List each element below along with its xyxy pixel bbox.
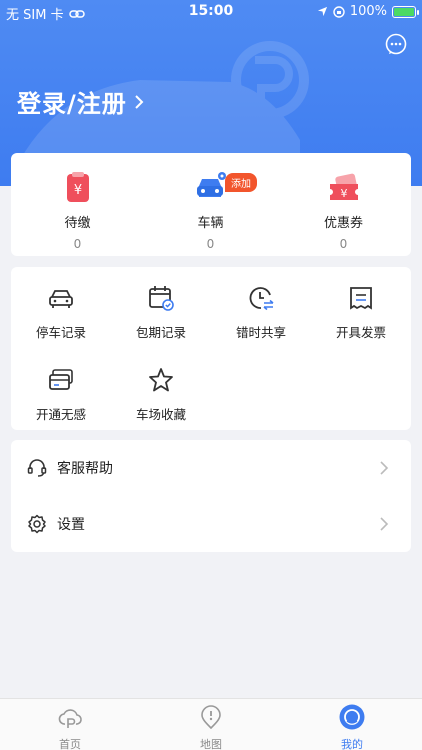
status-bar: 无 SIM 卡 15:00 100% [0,0,422,24]
map-pin-icon [201,705,221,730]
tab-label: 首页 [59,738,81,750]
service-label: 开具发票 [335,325,386,340]
car-icon [49,290,73,308]
battery-icon [392,5,419,18]
tab-label: 我的 [341,738,363,750]
menu-label: 客服帮助 [57,461,113,477]
calendar-check-icon [149,286,174,311]
stat-coupons[interactable]: ¥ 优惠券 0 [277,153,410,251]
stat-vehicles[interactable]: 车辆 0 [144,153,277,251]
svg-text:¥: ¥ [73,183,81,198]
home-cloud-icon [58,709,82,728]
chevron-right-icon [135,94,144,109]
headset-icon [27,459,47,477]
star-icon [149,368,173,392]
service-label: 停车记录 [35,325,86,340]
service-enable-seamless[interactable]: 开通无感 [11,366,111,423]
stat-pending-payment[interactable]: ¥ 待缴 0 [11,153,144,251]
clock-share-icon [249,287,274,311]
service-label: 车场收藏 [135,407,186,422]
service-label: 开通无感 [35,407,86,422]
battery-percent: 100% [349,4,387,19]
service-package-records[interactable]: 包期记录 [111,284,211,341]
location-arrow-icon [317,6,327,17]
menu-customer-service[interactable]: 客服帮助 [11,440,411,496]
tab-mine[interactable]: 我的 [282,704,422,750]
login-register-link[interactable]: 登录/注册 [17,84,145,119]
profile-icon [339,704,365,730]
add-vehicle-badge[interactable]: 添加 [225,173,257,192]
stat-label: 待缴 [64,216,91,231]
chevron-right-icon [380,517,389,531]
menu-label: 设置 [57,517,85,533]
stat-count: 0 [339,237,348,251]
stat-count: 0 [73,237,82,251]
services-card: 停车记录 包期记录 错时共享 开具发票 开通无感 车场收藏 [11,267,411,430]
service-favorite-lots[interactable]: 车场收藏 [111,366,211,423]
stat-count: 0 [206,237,215,251]
tab-bar: 首页 地图 我的 [0,698,422,750]
svg-text:¥: ¥ [340,187,347,200]
stat-label: 车辆 [197,216,224,231]
service-parking-records[interactable]: 停车记录 [11,284,111,341]
menu-card: 客服帮助 设置 [11,440,411,552]
chevron-right-icon [380,461,389,475]
menu-settings[interactable]: 设置 [11,496,411,552]
tab-home[interactable]: 首页 [0,704,140,750]
invoice-icon [350,287,372,310]
service-off-peak-sharing[interactable]: 错时共享 [211,284,311,341]
stat-label: 优惠券 [323,216,363,231]
bill-yuan-icon: ¥ [66,172,89,202]
card-icon [49,369,73,390]
service-label: 错时共享 [235,325,286,340]
stats-card: ¥ 待缴 0 车辆 0 ¥ 优惠券 0 [11,153,411,256]
rotation-lock-icon [333,5,345,18]
tab-map[interactable]: 地图 [141,704,281,750]
login-label: 登录/注册 [17,90,127,118]
message-icon[interactable] [385,33,407,55]
service-label: 包期记录 [135,325,186,340]
tab-label: 地图 [200,738,222,750]
gear-icon [28,514,46,534]
car-pin-icon [196,172,226,197]
service-issue-invoice[interactable]: 开具发票 [311,284,411,341]
coupon-icon: ¥ [329,173,358,200]
